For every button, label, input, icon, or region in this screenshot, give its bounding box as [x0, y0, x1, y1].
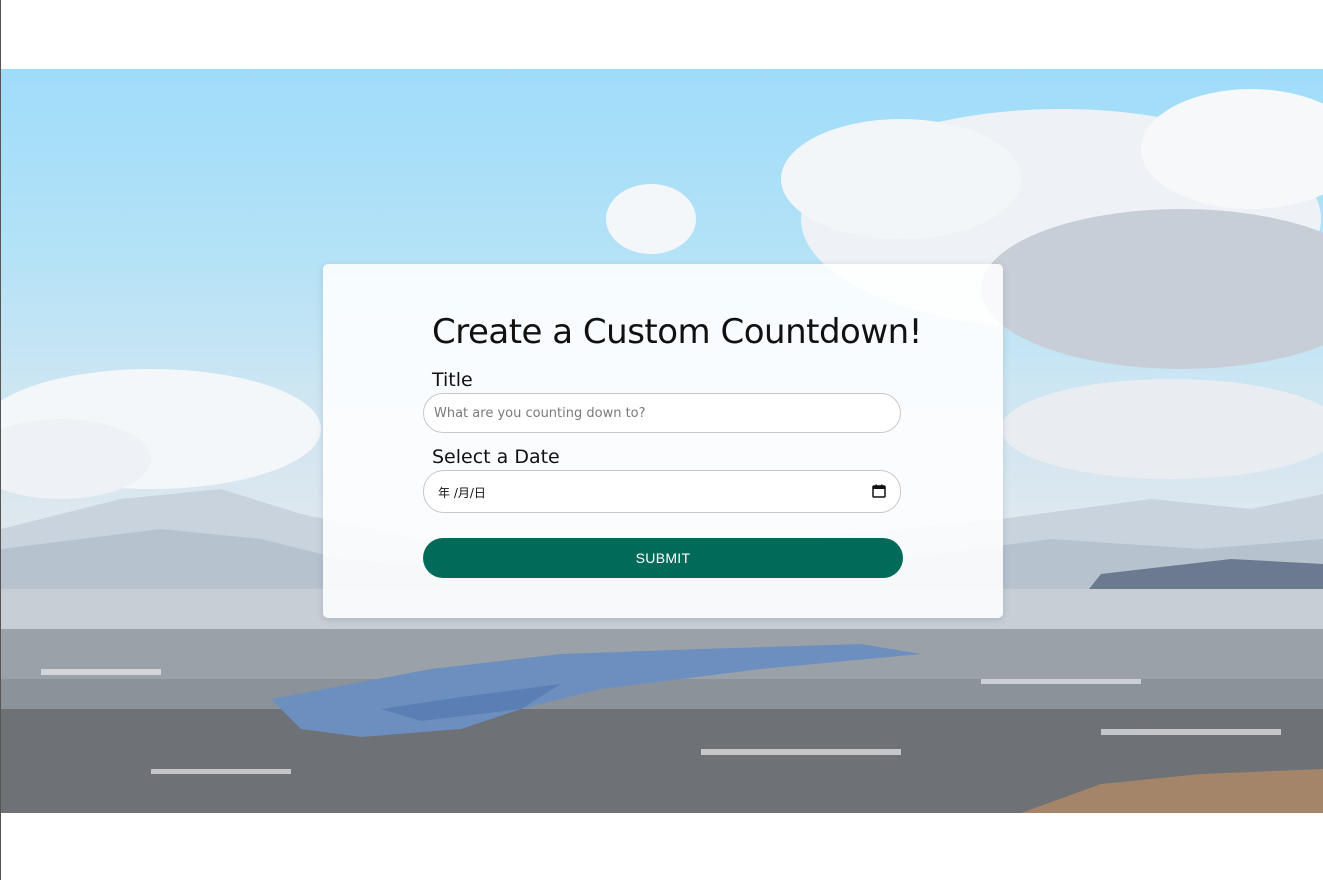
date-input[interactable]: 年 /月/日 — [423, 470, 901, 513]
submit-button[interactable]: SUBMIT — [423, 538, 903, 578]
countdown-form-card: Create a Custom Countdown! Title Select … — [323, 264, 1003, 618]
page: Create a Custom Countdown! Title Select … — [0, 0, 1323, 880]
title-label: Title — [432, 369, 473, 391]
date-value-placeholder[interactable]: 年 /月/日 — [438, 484, 486, 501]
form-heading: Create a Custom Countdown! — [432, 312, 922, 352]
title-input[interactable] — [423, 393, 901, 433]
date-label: Select a Date — [432, 446, 560, 468]
calendar-icon[interactable] — [872, 484, 886, 498]
